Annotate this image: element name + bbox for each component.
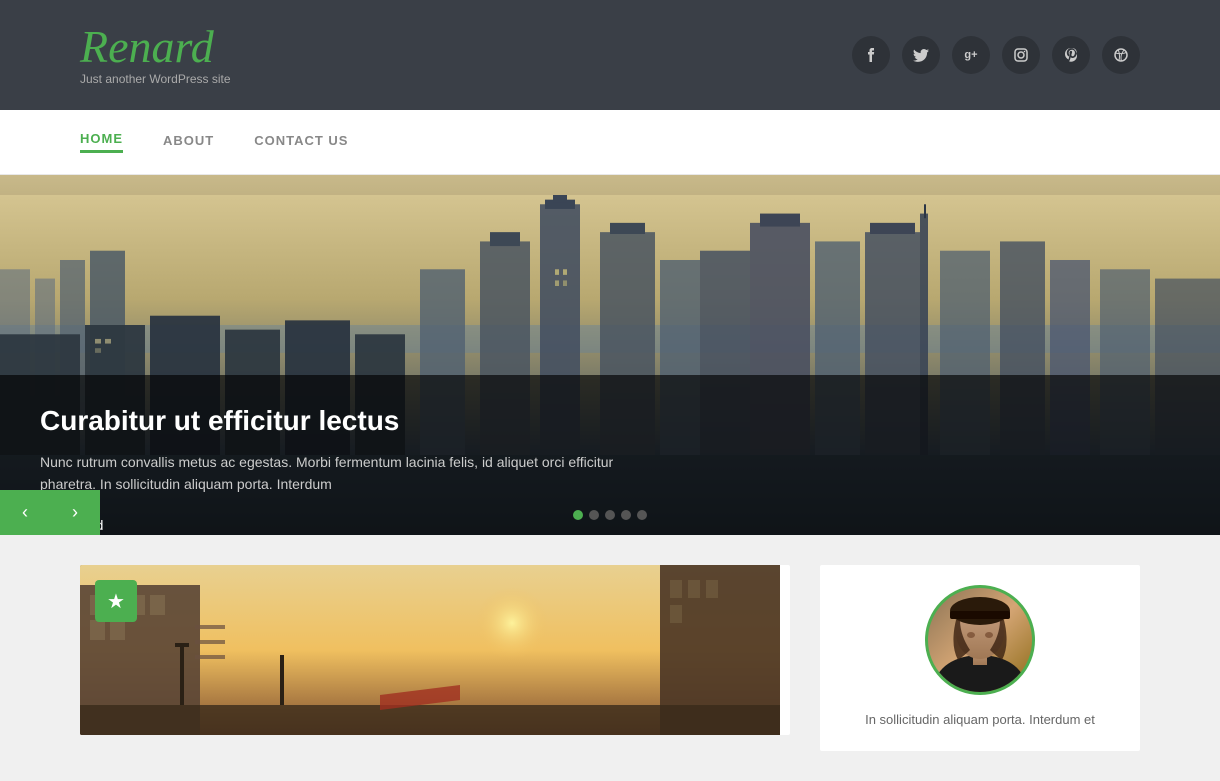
slider-dot-1[interactable] — [573, 510, 583, 520]
site-tagline: Just another WordPress site — [80, 72, 231, 86]
featured-post-card: ★ — [80, 565, 790, 735]
instagram-icon[interactable] — [1002, 36, 1040, 74]
social-icons-bar: g+ — [852, 36, 1140, 74]
dribbble-icon[interactable] — [1102, 36, 1140, 74]
site-logo[interactable]: Renard — [80, 24, 231, 70]
main-column: ★ — [80, 565, 790, 751]
sidebar-description: In sollicitudin aliquam porta. Interdum … — [840, 710, 1120, 731]
slider-dot-4[interactable] — [621, 510, 631, 520]
hero-description: Nunc rutrum convallis metus ac egestas. … — [40, 451, 640, 496]
sidebar-column: In sollicitudin aliquam porta. Interdum … — [820, 565, 1140, 751]
slider-dots — [573, 510, 647, 520]
twitter-icon[interactable] — [902, 36, 940, 74]
pinterest-icon[interactable] — [1052, 36, 1090, 74]
author-widget: In sollicitudin aliquam porta. Interdum … — [820, 565, 1140, 751]
facebook-icon[interactable] — [852, 36, 890, 74]
slider-dot-5[interactable] — [637, 510, 647, 520]
content-area: ★ — [0, 535, 1220, 781]
logo-area: Renard Just another WordPress site — [80, 24, 231, 86]
slider-next-button[interactable]: › — [50, 490, 100, 535]
author-avatar — [925, 585, 1035, 695]
nav-home[interactable]: HOME — [80, 131, 123, 153]
slider-dot-2[interactable] — [589, 510, 599, 520]
slider-controls: ‹ › — [0, 490, 100, 535]
google-plus-icon[interactable]: g+ — [952, 36, 990, 74]
site-header: Renard Just another WordPress site g+ — [0, 0, 1220, 110]
featured-icon: ★ — [107, 589, 125, 614]
main-nav: HOME ABOUT CONTACT US — [0, 110, 1220, 175]
featured-badge: ★ — [95, 580, 137, 622]
nav-about[interactable]: ABOUT — [163, 133, 214, 152]
nav-contact[interactable]: CONTACT US — [254, 133, 348, 152]
featured-image: ★ — [80, 565, 780, 735]
slider-prev-button[interactable]: ‹ — [0, 490, 50, 535]
hero-title: Curabitur ut efficitur lectus — [40, 405, 1180, 437]
slider-dot-3[interactable] — [605, 510, 615, 520]
hero-slider: Curabitur ut efficitur lectus Nunc rutru… — [0, 175, 1220, 535]
